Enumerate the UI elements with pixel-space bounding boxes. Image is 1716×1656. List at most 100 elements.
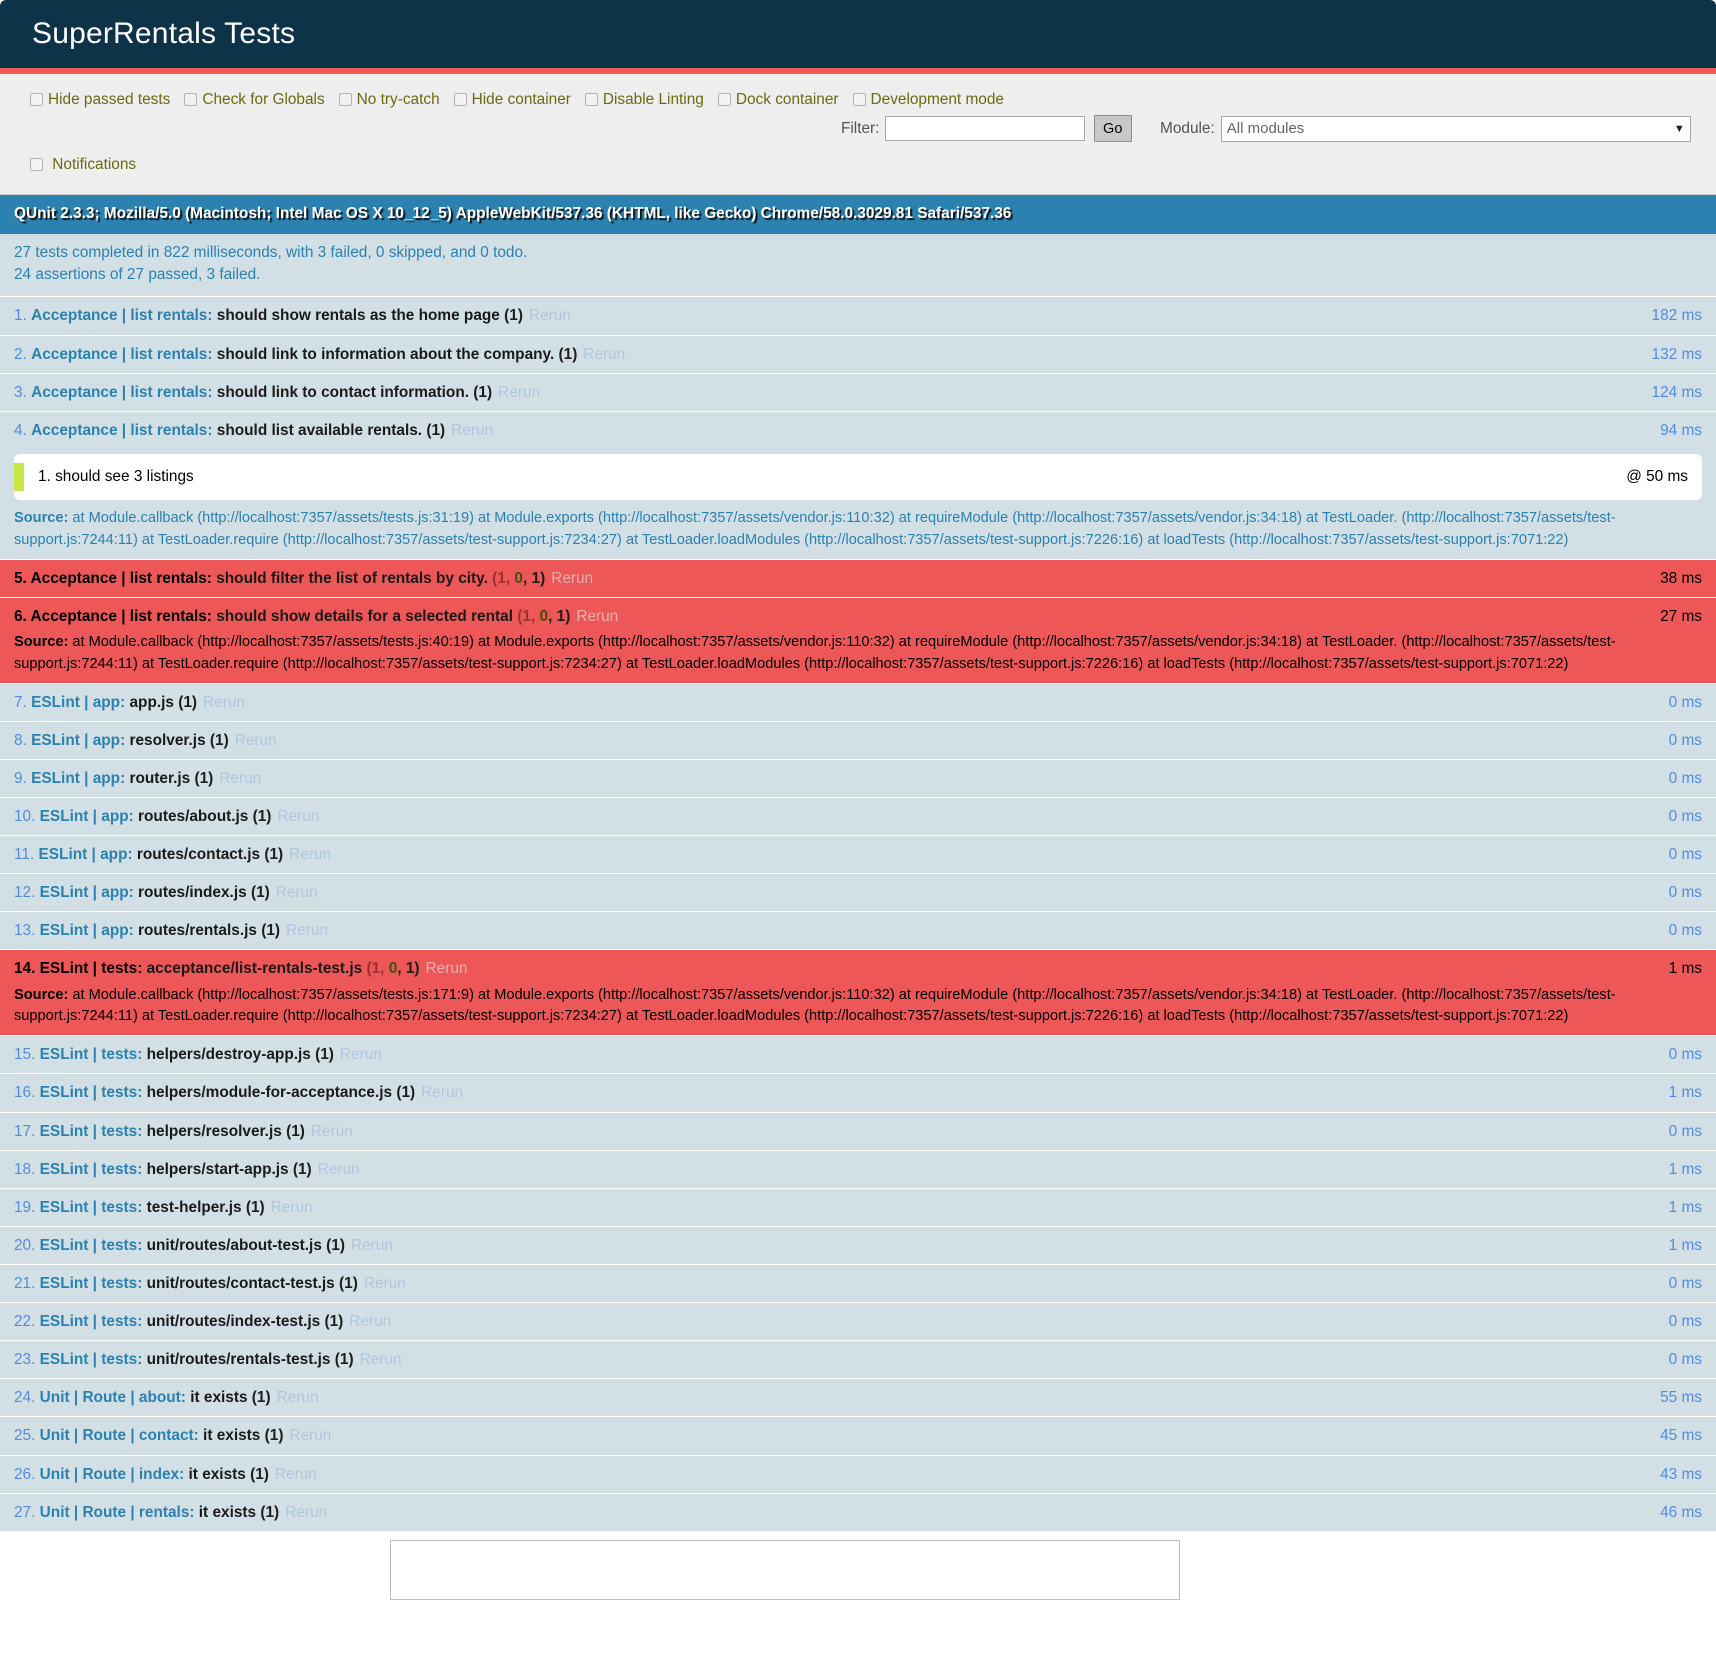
assertion-total: (1) [339,1275,358,1292]
test-row[interactable]: 19. ESLint | tests: test-helper.js (1)Re… [0,1189,1716,1227]
test-row[interactable]: 2. Acceptance | list rentals: should lin… [0,336,1716,374]
rerun-link[interactable]: Rerun [351,1237,393,1254]
test-row[interactable]: 7. ESLint | app: app.js (1)Rerun0 ms [0,684,1716,722]
rerun-link[interactable]: Rerun [235,732,277,749]
rerun-link[interactable]: Rerun [426,960,468,977]
test-row[interactable]: 6. Acceptance | list rentals: should sho… [0,598,1716,684]
test-assertion-counts: (1) [426,422,445,439]
hidecontainer-checkbox[interactable] [454,93,467,106]
rerun-link[interactable]: Rerun [451,422,493,439]
test-source-trace: Source: at Module.callback (http://local… [14,508,1702,552]
toolbar-checkbox-notrycatch[interactable]: No try-catch [339,88,440,111]
rerun-link[interactable]: Rerun [289,846,331,863]
rerun-link[interactable]: Rerun [289,1427,331,1444]
test-row[interactable]: 21. ESLint | tests: unit/routes/contact-… [0,1265,1716,1303]
assertion-passed-count: 0 [514,570,523,587]
filter-go-button[interactable]: Go [1094,115,1132,142]
dockcontainer-label[interactable]: Dock container [736,91,839,108]
test-row[interactable]: 5. Acceptance | list rentals: should fil… [0,560,1716,598]
toolbar-checkbox-dockcontainer[interactable]: Dock container [718,88,839,111]
hidecontainer-label[interactable]: Hide container [472,91,571,108]
test-row[interactable]: 14. ESLint | tests: acceptance/list-rent… [0,950,1716,1036]
test-row[interactable]: 26. Unit | Route | index: it exists (1)R… [0,1456,1716,1494]
test-runtime: 1 ms [1669,1158,1702,1181]
notifications-label[interactable]: Notifications [52,156,136,173]
devmode-checkbox[interactable] [853,93,866,106]
test-row[interactable]: 25. Unit | Route | contact: it exists (1… [0,1417,1716,1455]
test-module-name: Acceptance | list rentals: [31,608,217,625]
rerun-link[interactable]: Rerun [286,922,328,939]
nolint-checkbox[interactable] [585,93,598,106]
toolbar-checkbox-hidepassed[interactable]: Hide passed tests [30,88,170,111]
rerun-link[interactable]: Rerun [271,1199,313,1216]
notrycatch-checkbox[interactable] [339,93,352,106]
test-row[interactable]: 22. ESLint | tests: unit/routes/index-te… [0,1303,1716,1341]
test-row[interactable]: 17. ESLint | tests: helpers/resolver.js … [0,1113,1716,1151]
test-runtime: 0 ms [1669,691,1702,714]
test-row[interactable]: 3. Acceptance | list rentals: should lin… [0,374,1716,412]
test-row[interactable]: 1. Acceptance | list rentals: should sho… [0,297,1716,335]
test-number: 23. [14,1351,40,1368]
test-row[interactable]: 11. ESLint | app: routes/contact.js (1)R… [0,836,1716,874]
toolbar-checkbox-devmode[interactable]: Development mode [853,88,1004,111]
test-assertion-counts: (1) [326,1237,345,1254]
source-stack-text: at Module.callback (http://localhost:735… [14,987,1616,1025]
test-row[interactable]: 4. Acceptance | list rentals: should lis… [0,412,1716,560]
notrycatch-label[interactable]: No try-catch [357,91,440,108]
rerun-link[interactable]: Rerun [583,346,625,363]
test-row[interactable]: 27. Unit | Route | rentals: it exists (1… [0,1494,1716,1532]
toolbar-checkbox-nolint[interactable]: Disable Linting [585,88,704,111]
test-row[interactable]: 23. ESLint | tests: unit/routes/rentals-… [0,1341,1716,1379]
test-number: 25. [14,1427,40,1444]
test-row[interactable]: 10. ESLint | app: routes/about.js (1)Rer… [0,798,1716,836]
toolbar-checkbox-noglobals[interactable]: Check for Globals [184,88,324,111]
test-row[interactable]: 18. ESLint | tests: helpers/start-app.js… [0,1151,1716,1189]
devmode-label[interactable]: Development mode [871,91,1004,108]
hidepassed-label[interactable]: Hide passed tests [48,91,170,108]
test-title: it exists [189,1466,251,1483]
rerun-link[interactable]: Rerun [275,1466,317,1483]
rerun-link[interactable]: Rerun [360,1351,402,1368]
rerun-link[interactable]: Rerun [318,1161,360,1178]
test-row[interactable]: 15. ESLint | tests: helpers/destroy-app.… [0,1036,1716,1074]
noglobals-checkbox[interactable] [184,93,197,106]
notifications-checkbox[interactable] [30,158,43,171]
nolint-label[interactable]: Disable Linting [603,91,704,108]
rerun-link[interactable]: Rerun [576,608,618,625]
test-row[interactable]: 12. ESLint | app: routes/index.js (1)Rer… [0,874,1716,912]
filter-input[interactable] [885,116,1085,141]
rerun-link[interactable]: Rerun [349,1313,391,1330]
source-label: Source: [14,987,72,1003]
rerun-link[interactable]: Rerun [219,770,261,787]
test-row[interactable]: 8. ESLint | app: resolver.js (1)Rerun0 m… [0,722,1716,760]
hidepassed-checkbox[interactable] [30,93,43,106]
rerun-link[interactable]: Rerun [421,1084,463,1101]
filter-label: Filter: [841,120,879,137]
test-row[interactable]: 16. ESLint | tests: helpers/module-for-a… [0,1074,1716,1112]
test-runtime: 0 ms [1669,881,1702,904]
noglobals-label[interactable]: Check for Globals [202,91,324,108]
rerun-link[interactable]: Rerun [277,808,319,825]
dockcontainer-checkbox[interactable] [718,93,731,106]
rerun-link[interactable]: Rerun [364,1275,406,1292]
test-number: 22. [14,1313,40,1330]
test-row[interactable]: 13. ESLint | app: routes/rentals.js (1)R… [0,912,1716,950]
test-module-name: ESLint | tests: [40,960,147,977]
module-select[interactable]: All modules [1221,116,1691,142]
rerun-link[interactable]: Rerun [498,384,540,401]
test-assertion-counts: (1) [252,1389,271,1406]
toolbar-filter-row: Filter: Go Module: All modules ▼ [12,113,1704,146]
rerun-link[interactable]: Rerun [551,570,593,587]
toolbar-checkbox-hidecontainer[interactable]: Hide container [454,88,571,111]
test-row[interactable]: 9. ESLint | app: router.js (1)Rerun0 ms [0,760,1716,798]
test-row[interactable]: 24. Unit | Route | about: it exists (1)R… [0,1379,1716,1417]
rerun-link[interactable]: Rerun [529,307,571,324]
test-row[interactable]: 20. ESLint | tests: unit/routes/about-te… [0,1227,1716,1265]
rerun-link[interactable]: Rerun [203,694,245,711]
rerun-link[interactable]: Rerun [340,1046,382,1063]
rerun-link[interactable]: Rerun [276,884,318,901]
rerun-link[interactable]: Rerun [311,1123,353,1140]
rerun-link[interactable]: Rerun [285,1504,327,1521]
toolbar-checkbox-notifications[interactable]: Notifications [30,153,136,176]
rerun-link[interactable]: Rerun [277,1389,319,1406]
